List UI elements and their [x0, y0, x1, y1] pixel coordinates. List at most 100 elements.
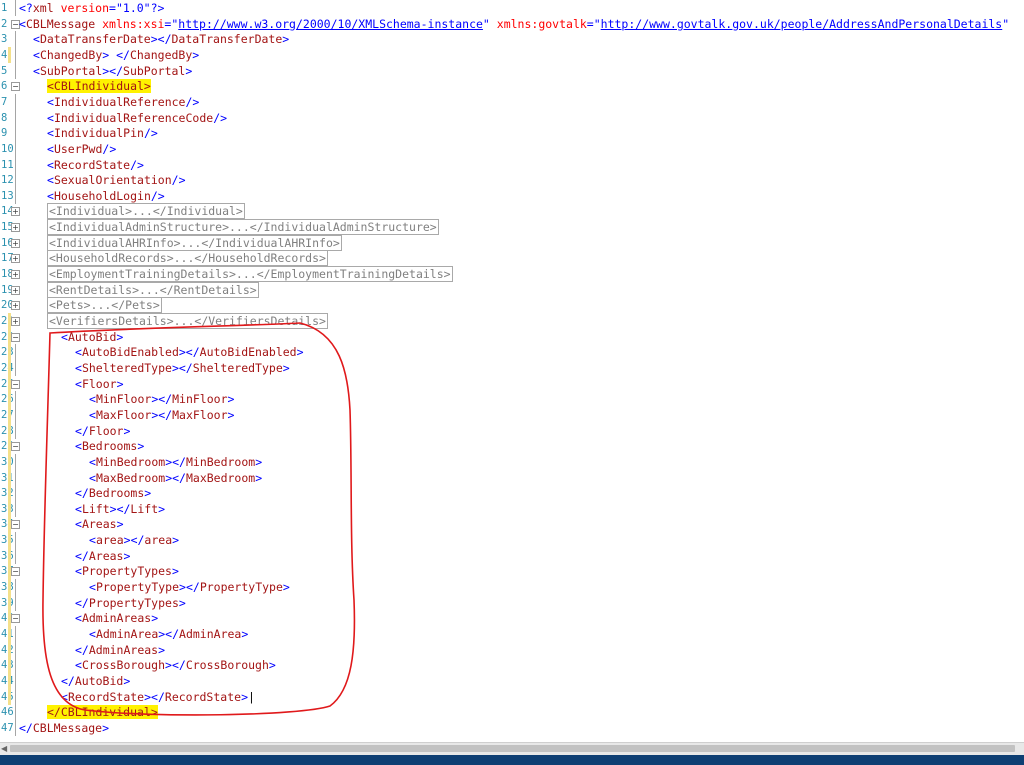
code-token: " [1002, 16, 1017, 31]
expand-fold-icon[interactable]: + [11, 317, 20, 326]
code-token: xmlns:govtalk [496, 16, 587, 31]
collapse-fold-icon[interactable]: − [11, 379, 20, 389]
code-text: <Bedrooms> [75, 438, 144, 454]
outline-guide [15, 344, 16, 361]
code-token[interactable]: http://www.govtalk.gov.uk/people/Address… [601, 17, 1003, 31]
code-line[interactable]: 26<MinFloor></MinFloor> [0, 391, 1024, 408]
code-line[interactable]: 7 <IndividualReference/> [0, 93, 1024, 110]
collapse-fold-icon[interactable]: − [11, 442, 20, 452]
code-line[interactable]: 28</Floor> [0, 422, 1024, 439]
collapse-fold-icon[interactable]: − [11, 567, 20, 577]
outline-guide [15, 547, 16, 564]
code-line[interactable]: 38<PropertyType></PropertyType> [0, 579, 1024, 596]
scroll-left-arrow-icon[interactable]: ◀ [1, 744, 9, 754]
code-line[interactable]: 41<AdminArea></AdminArea> [0, 626, 1024, 642]
code-line[interactable]: 34−<Areas> [0, 516, 1024, 533]
code-line[interactable]: 40−<AdminAreas> [0, 610, 1024, 627]
code-line[interactable]: 10 <UserPwd/> [0, 140, 1024, 157]
code-line[interactable]: 42</AdminAreas> [0, 641, 1024, 658]
collapsed-region[interactable]: <HouseholdRecords>...</HouseholdRecords> [47, 250, 328, 267]
code-text: <HouseholdRecords>...</HouseholdRecords> [47, 250, 328, 267]
code-line[interactable]: 2− <CBLMessage xmlns:xsi="http://www.w3.o… [0, 16, 1024, 32]
collapse-fold-icon[interactable]: − [11, 332, 20, 342]
code-line[interactable]: 46 </CBLIndividual> [0, 704, 1024, 721]
expand-fold-icon[interactable]: + [11, 254, 20, 264]
code-token: AdminAreas [81, 611, 152, 626]
expand-fold-icon[interactable]: + [11, 207, 20, 217]
code-line[interactable]: 1 <?xml version="1.0"?> [0, 0, 1024, 16]
code-line[interactable]: 4 <ChangedBy> </ChangedBy> [0, 46, 1024, 63]
horizontal-scrollbar[interactable]: ◀ [0, 742, 1024, 755]
code-line[interactable]: 24<ShelteredType></ShelteredType> [0, 359, 1024, 376]
change-marker [8, 500, 11, 517]
code-line[interactable]: 11 <RecordState/> [0, 156, 1024, 173]
code-line[interactable]: 35<area></area> [0, 532, 1024, 549]
code-token: < [89, 580, 96, 595]
code-line[interactable]: 3 <DataTransferDate></DataTransferDate> [0, 31, 1024, 48]
expand-fold-icon[interactable]: + [11, 301, 20, 311]
code-line[interactable]: 13 <HouseholdLogin/> [0, 187, 1024, 204]
outline-guide [15, 125, 16, 142]
outline-guide [15, 31, 16, 48]
code-line[interactable]: 22−<AutoBid> [0, 328, 1024, 345]
collapsed-region[interactable]: <Individual>...</Individual> [47, 203, 245, 220]
code-line[interactable]: 6− <CBLIndividual> [0, 78, 1024, 94]
code-line[interactable]: 20 + <Pets>...</Pets> [0, 297, 1024, 314]
collapsed-region[interactable]: <RentDetails>...</RentDetails> [47, 281, 259, 298]
expand-fold-icon[interactable]: + [11, 238, 20, 248]
code-line[interactable]: 25−<Floor> [0, 375, 1024, 392]
code-line[interactable]: 5 <SubPortal></SubPortal> [0, 62, 1024, 79]
code-line[interactable]: 44</AutoBid> [0, 672, 1024, 689]
code-line[interactable]: 39</PropertyTypes> [0, 594, 1024, 611]
code-line[interactable]: 17 + <HouseholdRecords>...</HouseholdRecor… [0, 250, 1024, 267]
line-number: 18 [1, 268, 14, 281]
code-line[interactable]: 43<CrossBorough></CrossBorough> [0, 657, 1024, 674]
code-line[interactable]: 12 <SexualOrientation/> [0, 172, 1024, 189]
collapse-fold-icon[interactable]: − [11, 82, 20, 92]
outline-guide [15, 62, 16, 79]
code-line[interactable]: 31<MaxBedroom></MaxBedroom> [0, 469, 1024, 486]
code-line[interactable]: 32</Bedrooms> [0, 485, 1024, 502]
code-line[interactable]: 45<RecordState></RecordState>| [0, 688, 1024, 705]
change-marker [8, 391, 11, 408]
code-text: <AdminArea></AdminArea> [89, 626, 248, 642]
scrollbar-thumb[interactable] [10, 745, 1015, 752]
code-line[interactable]: 15 + <IndividualAdminStructure>...</Indivi… [0, 219, 1024, 236]
code-line[interactable]: 18 + <EmploymentTrainingDetails>...</Emplo… [0, 266, 1024, 283]
expand-fold-icon[interactable]: + [11, 223, 20, 233]
collapsed-region[interactable]: <IndividualAdminStructure>...</Individua… [47, 219, 439, 236]
line-number: 17 [1, 252, 14, 265]
code-token[interactable]: http://www.w3.org/2000/10/XMLSchema-inst… [178, 17, 483, 31]
code-line[interactable]: 8 <IndividualReferenceCode/> [0, 109, 1024, 126]
collapse-fold-icon[interactable]: − [11, 614, 20, 624]
collapsed-region[interactable]: <EmploymentTrainingDetails>...</Employme… [47, 266, 453, 283]
code-line[interactable]: 23<AutoBidEnabled></AutoBidEnabled> [0, 344, 1024, 361]
code-token: > [178, 595, 186, 610]
code-line[interactable]: 16 + <IndividualAHRInfo>...</IndividualAHR… [0, 234, 1024, 251]
code-line[interactable]: 19 + <RentDetails>...</RentDetails> [0, 281, 1024, 298]
code-token: > [255, 470, 263, 485]
code-line[interactable]: 47 </CBLMessage> [0, 719, 1024, 736]
code-token: > [185, 63, 193, 78]
code-token: > [123, 423, 131, 438]
code-line[interactable]: 30<MinBedroom></MinBedroom> [0, 453, 1024, 470]
collapsed-region[interactable]: <Pets>...</Pets> [47, 297, 162, 314]
code-line[interactable]: 29−<Bedrooms> [0, 438, 1024, 455]
code-line[interactable]: 21+<VerifiersDetails>...</VerifiersDetai… [0, 313, 1024, 329]
xml-editor[interactable]: 1 <?xml version="1.0"?> 2− <CBLMessage xmln… [0, 0, 1024, 742]
code-token: ></ [158, 627, 180, 641]
code-line[interactable]: 27<MaxFloor></MaxFloor> [0, 406, 1024, 423]
code-line[interactable]: 37−<PropertyTypes> [0, 563, 1024, 580]
expand-fold-icon[interactable]: + [11, 270, 20, 280]
code-text: <ShelteredType></ShelteredType> [75, 360, 290, 376]
outline-guide [15, 532, 16, 549]
code-line[interactable]: 14 + <Individual>...</Individual> [0, 203, 1024, 220]
code-line[interactable]: 36</Areas> [0, 547, 1024, 564]
collapsed-region[interactable]: <IndividualAHRInfo>...</IndividualAHRInf… [47, 234, 342, 251]
code-line[interactable]: 33<Lift></Lift> [0, 500, 1024, 517]
collapsed-region[interactable]: <VerifiersDetails>...</VerifiersDetails> [47, 313, 328, 329]
code-line[interactable]: 9 <IndividualPin/> [0, 125, 1024, 142]
collapse-fold-icon[interactable]: − [11, 520, 20, 530]
expand-fold-icon[interactable]: + [11, 285, 20, 295]
code-text: </Floor> [75, 423, 130, 439]
